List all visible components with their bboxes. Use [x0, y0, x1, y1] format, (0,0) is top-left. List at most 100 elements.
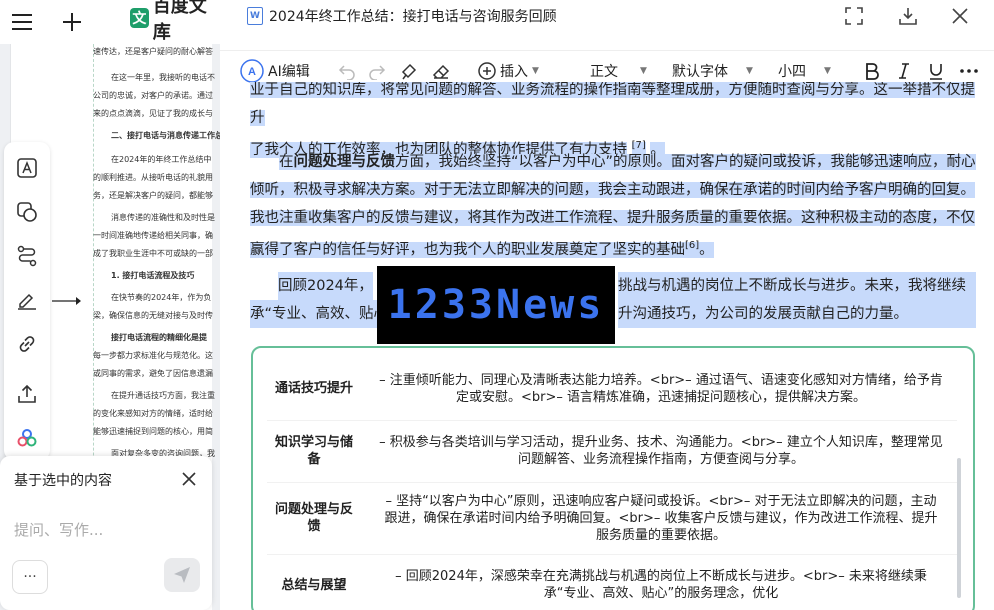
pen-icon [18, 293, 36, 310]
italic-icon [899, 63, 909, 79]
editor-main: W 2024年终工作总结：接打电话与咨询服务回顾 A AI编辑 插入 ▼ 正文 … [220, 0, 994, 610]
italic-button[interactable] [896, 59, 912, 83]
app-logo[interactable]: 文 百度文库 [130, 0, 220, 43]
flow-tool-button[interactable] [11, 240, 43, 272]
ai-more-button[interactable]: ··· [12, 560, 48, 594]
table-row-content: – 坚持“以客户为中心”原则，迅速响应客户疑问或投诉。<br>– 对于无法立即解… [359, 481, 957, 554]
paragraph-problem-handling[interactable]: 在问题处理与反馈方面，我始终坚持“以客户为中心”的原则。面对客户的疑问或投诉，我… [250, 148, 976, 264]
thumbnail-text-line: 在2024年的年终工作总结中 [111, 155, 212, 164]
table-row-content: – 注重倾听能力、同理心及清晰表达能力培养。<br>– 通过语气、语速变化感知对… [379, 372, 943, 405]
download-button[interactable] [896, 4, 920, 28]
text-tool-button[interactable] [11, 152, 43, 184]
share-tool-button[interactable] [11, 378, 43, 410]
close-icon [182, 472, 196, 486]
ellipsis-icon [960, 69, 978, 73]
ai-prompt-input[interactable] [14, 518, 194, 542]
thumbnail-text-line: 的顺利推进。从接听电话的礼貌用 [93, 173, 213, 182]
undo-icon [338, 65, 355, 80]
table-row[interactable]: 总结与展望 – 回顾2024年，深感荣幸在充满挑战与机遇的岗位上不断成长与进步。<… [267, 553, 957, 610]
table-row-content: – 回顾2024年，深感荣幸在充满挑战与机遇的岗位上不断成长与进步。<br>– … [359, 553, 957, 610]
thumbnail-text-line: 在这一年里，我接听的电话不 [111, 73, 215, 82]
link-tool-button[interactable] [11, 328, 43, 360]
bold-icon [866, 63, 879, 80]
table-row-label: 总结与展望 [267, 553, 359, 610]
selected-text: 承“专业、高效、贴心 [250, 300, 389, 328]
thumbnail-text-line: 或同事的需求，避免了因信息遗漏 [93, 369, 213, 378]
tool-rail [4, 142, 50, 460]
insert-menu[interactable]: 插入 ▼ [478, 59, 539, 83]
thumbnail-text-line: 速传达，还是客户疑问的耐心解答 [93, 47, 213, 56]
ai-selection-panel: 基于选中的内容 ··· [0, 456, 212, 610]
font-size-select[interactable]: 小四 ▼ [778, 59, 831, 83]
apps-tool-button[interactable] [11, 422, 43, 454]
citation-ref[interactable]: [6] [685, 240, 699, 251]
thumbnail-text-line: 二、接打电话与消息传递工作总 [111, 131, 220, 140]
table-row[interactable]: 通话技巧提升 – 注重倾听能力、同理心及清晰表达能力培养。<br>– 通过语气、语… [267, 358, 957, 420]
thumbnail-text-line: 每一步都力求标准化与规范化。这 [93, 351, 213, 360]
paragraph-style-select[interactable]: 正文 ▼ [590, 59, 647, 83]
ai-panel-title: 基于选中的内容 [14, 473, 112, 489]
link-icon [19, 336, 35, 352]
ai-send-button[interactable] [164, 558, 200, 592]
shapes-icon [17, 202, 37, 222]
app-window: 文 百度文库 速传达，还是客户疑问的耐心解答 在这一年里，我接听的电话不 公司的忠诚… [0, 0, 994, 610]
summary-table-card[interactable]: 通话技巧提升 – 注重倾听能力、同理心及清晰表达能力培养。<br>– 通过语气、语… [251, 346, 975, 610]
bold-button[interactable] [864, 59, 880, 83]
hamburger-icon [12, 14, 32, 30]
font-size-value: 小四 [778, 64, 806, 80]
ai-edit-label: AI编辑 [268, 64, 310, 80]
redo-button[interactable] [368, 59, 386, 83]
expand-icon [845, 7, 863, 25]
shapes-tool-button[interactable] [11, 196, 43, 228]
right-arrow-icon [52, 294, 82, 310]
chevron-down-icon: ▼ [746, 66, 753, 76]
thumbnail-text-line: 一时间准确地传递给相关同事，确 [93, 231, 213, 240]
format-painter-icon [401, 63, 417, 80]
thumbnail-text-line: 务，还是解决客户的疑问，都能够 [93, 191, 213, 200]
table-row-content: – 积极参与各类培训与学习活动，提升业务、技术、沟通能力。<br>– 建立个人知… [359, 419, 957, 482]
word-doc-icon: W [247, 7, 263, 25]
table-row[interactable]: 问题处理与反馈 – 坚持“以客户为中心”原则，迅速响应客户疑问或投诉。<br>– … [267, 481, 957, 554]
thumbnail-text-line: 1. 接打电话流程及技巧 [111, 271, 195, 280]
clear-format-button[interactable] [432, 59, 450, 83]
chevron-down-icon: ▼ [640, 66, 647, 76]
watermark-overlay: 1233News [377, 266, 615, 344]
table-row-label: 知识学习与储备 [267, 419, 359, 482]
chevron-down-icon: ▼ [532, 66, 539, 76]
selected-text: 。 [699, 241, 714, 258]
font-family-select[interactable]: 默认字体 ▼ [672, 59, 753, 83]
undo-button[interactable] [338, 59, 356, 83]
ai-panel-close-button[interactable] [178, 468, 200, 490]
new-button[interactable] [56, 6, 88, 38]
svg-text:A: A [248, 66, 256, 78]
bold-phrase: 问题处理与反馈 [293, 154, 396, 170]
fullscreen-button[interactable] [842, 4, 866, 28]
close-icon [952, 8, 968, 24]
menu-button[interactable] [6, 6, 38, 38]
ai-edit-icon: A [240, 59, 264, 83]
format-painter-button[interactable] [400, 59, 418, 83]
paragraph-style-value: 正文 [590, 64, 618, 80]
apps-cluster-icon [17, 429, 37, 447]
summary-table: 通话技巧提升 – 注重倾听能力、同理心及清晰表达能力培养。<br>– 通过语气、语… [267, 358, 957, 610]
selected-text: 业于自己的知识库，将常见问题的解答、业务流程的操作指南等整理成册，方便随时查阅与… [250, 82, 975, 126]
font-family-value: 默认字体 [672, 64, 728, 80]
text-box-icon [17, 158, 37, 178]
underline-icon [930, 64, 942, 80]
table-row-label: 问题处理与反馈 [267, 481, 359, 554]
ai-edit-button[interactable]: A AI编辑 [240, 59, 310, 83]
more-tools-button[interactable] [960, 59, 978, 83]
close-document-button[interactable] [948, 4, 972, 28]
plus-icon [63, 13, 81, 31]
logo-mark: 文 [130, 8, 149, 28]
table-row-label: 通话技巧提升 [274, 381, 353, 397]
underline-button[interactable] [928, 59, 944, 83]
insert-label: 插入 [500, 64, 528, 80]
annotate-tool-button[interactable] [11, 284, 43, 316]
table-scrollbar[interactable] [957, 458, 961, 598]
doc-title: 2024年终工作总结：接打电话与咨询服务回顾 [269, 9, 557, 25]
logo-text: 百度文库 [152, 0, 207, 43]
table-row[interactable]: 知识学习与储备 – 积极参与各类培训与学习活动，提升业务、技术、沟通能力。<br>… [267, 419, 957, 482]
eraser-icon [432, 64, 450, 79]
thumbnail-text-line: 接打电话流程的精细化是提 [111, 333, 207, 342]
